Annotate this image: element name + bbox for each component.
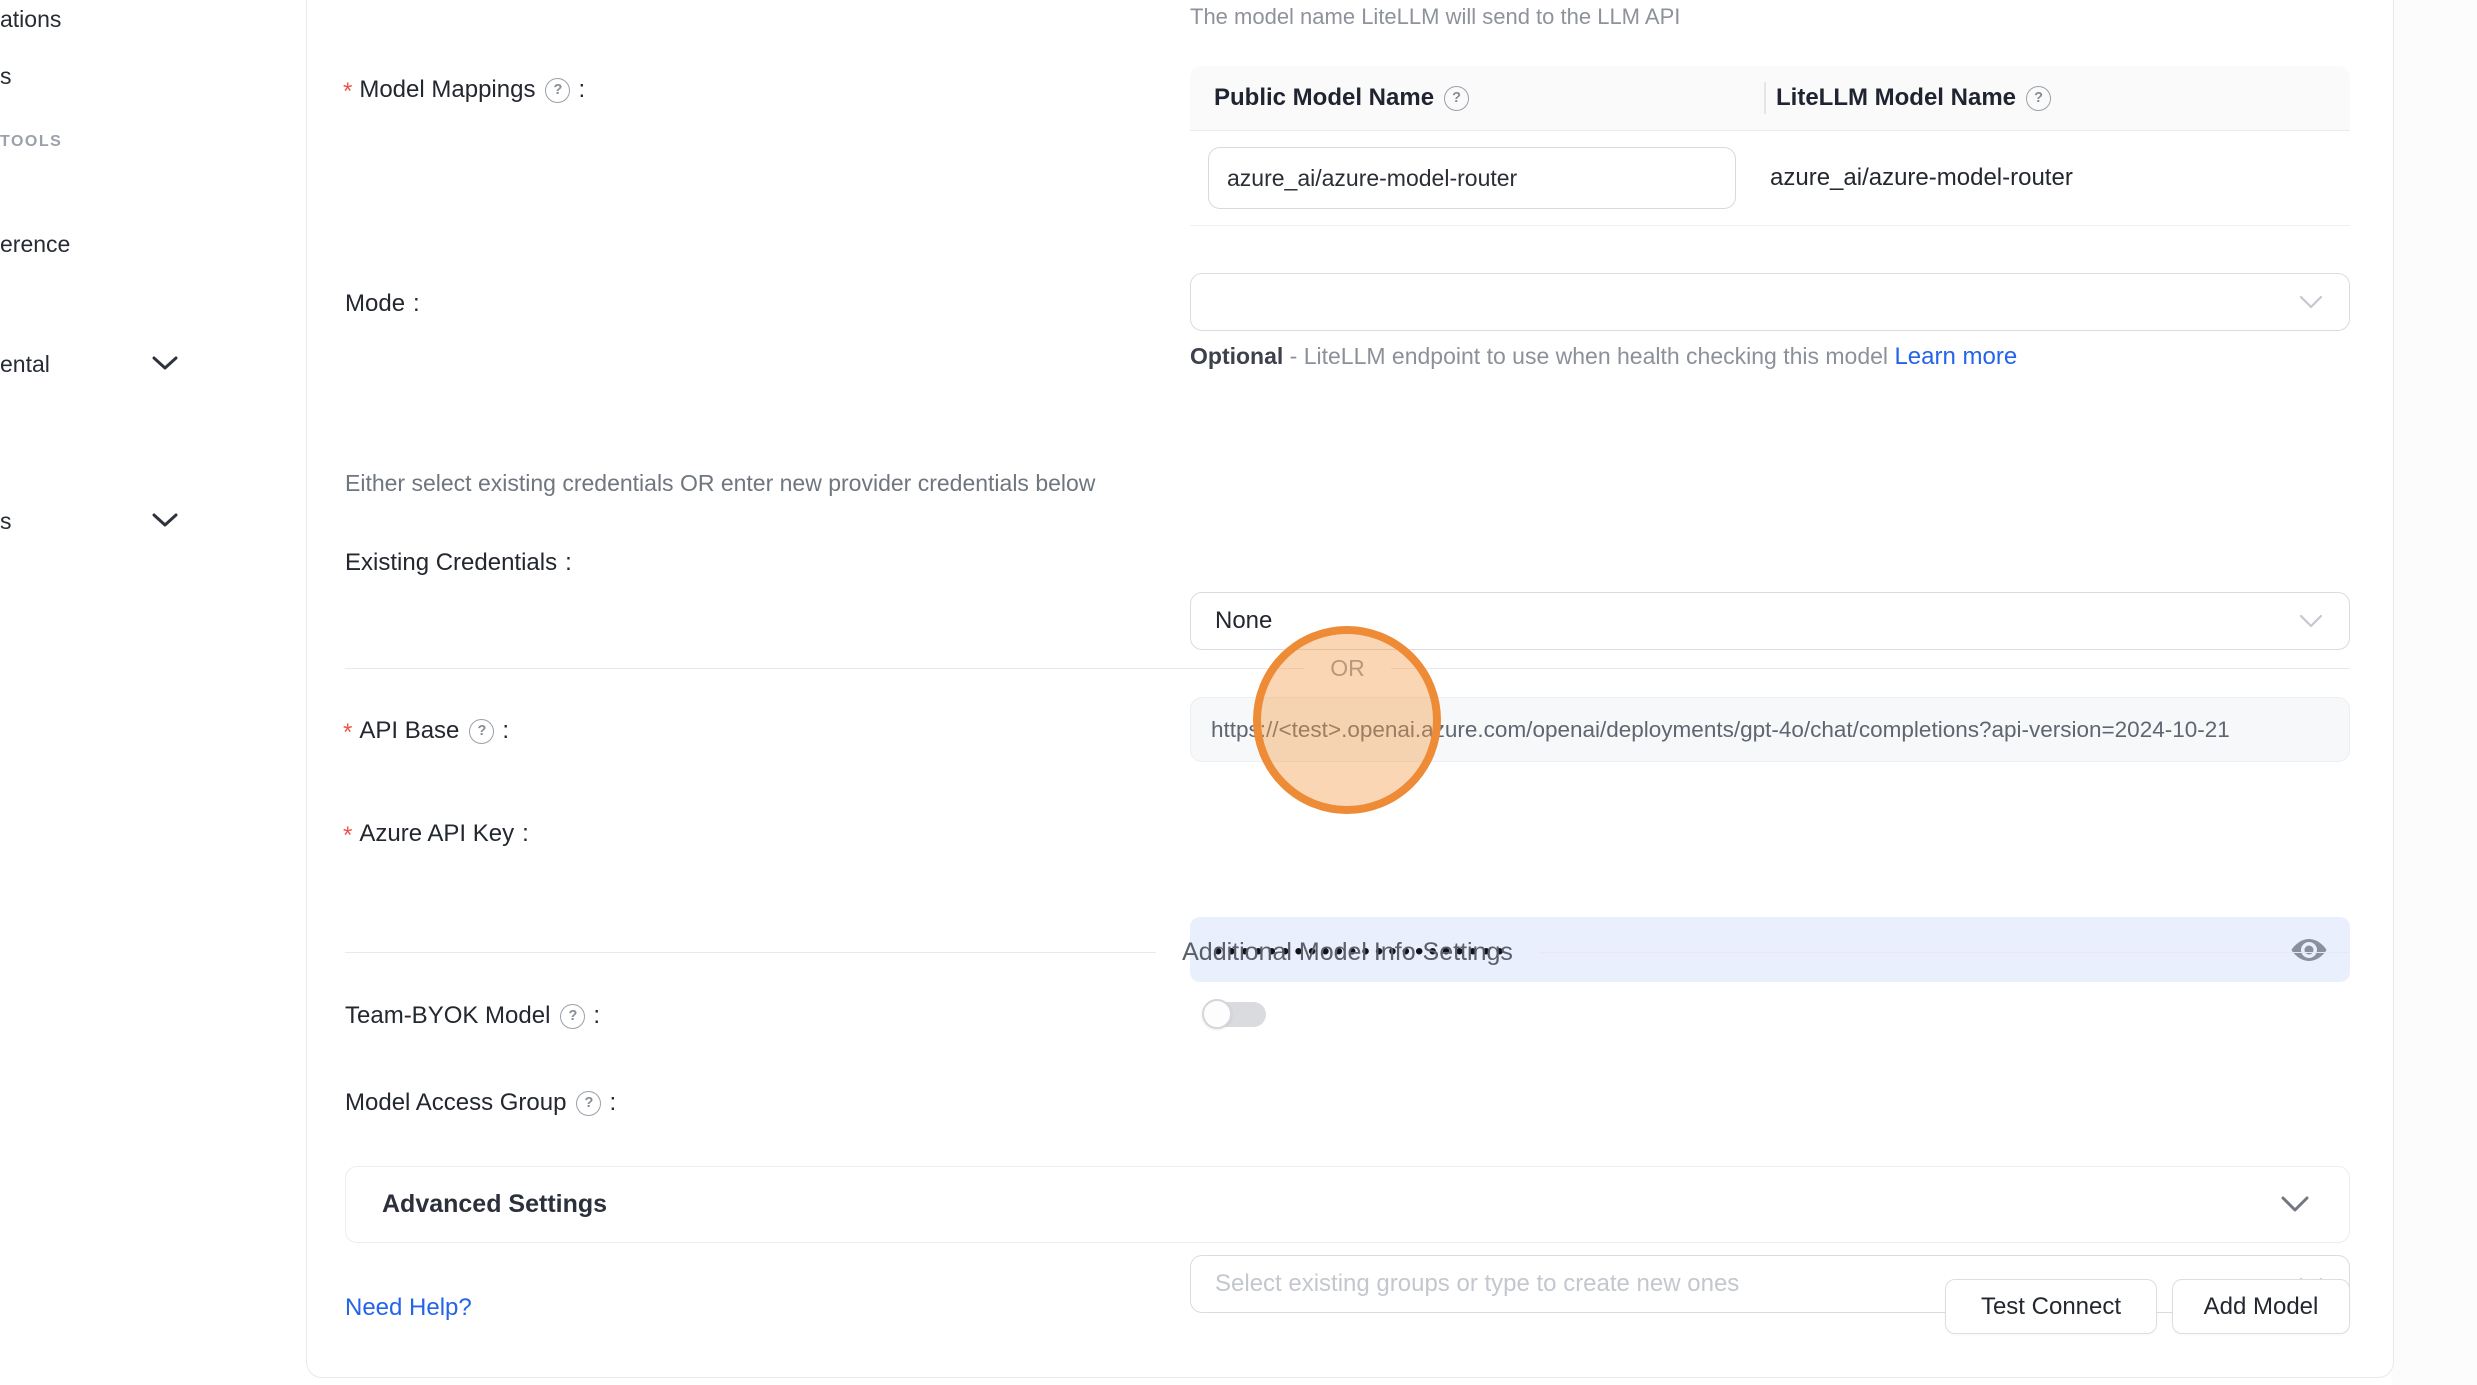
api-base-field[interactable]: https://<test>.openai.azure.com/openai/d…: [1190, 697, 2350, 762]
column-separator: [1764, 82, 1766, 114]
model-mappings-label-text: Model Mappings: [359, 76, 535, 104]
public-model-name-input[interactable]: [1208, 147, 1736, 209]
divider-line: [1539, 952, 2350, 954]
existing-credentials-label: Existing Credentials :: [345, 549, 572, 577]
column-header-litellm-model-name: LiteLLM Model Name ?: [1746, 84, 2051, 112]
advanced-settings-panel[interactable]: Advanced Settings: [345, 1166, 2350, 1243]
required-mark: *: [343, 78, 352, 106]
divider-line: [345, 668, 1304, 670]
colon: :: [578, 76, 585, 104]
chevron-down-icon[interactable]: [152, 513, 178, 528]
colon: :: [522, 820, 529, 848]
sidebar-item-inference[interactable]: erence: [0, 231, 70, 258]
mode-select[interactable]: [1190, 273, 2350, 331]
help-question-icon[interactable]: ?: [576, 1091, 601, 1116]
existing-credentials-label-text: Existing Credentials: [345, 549, 557, 577]
add-model-button[interactable]: Add Model: [2172, 1279, 2350, 1334]
column-header-text: LiteLLM Model Name: [1776, 84, 2016, 112]
help-question-icon[interactable]: ?: [2026, 86, 2051, 111]
model-mappings-table-header: Public Model Name ? LiteLLM Model Name ?: [1190, 66, 2350, 131]
required-mark: *: [343, 822, 352, 850]
api-base-value: https://<test>.openai.azure.com/openai/d…: [1211, 717, 2230, 743]
existing-credentials-value: None: [1215, 607, 1272, 635]
test-connect-button[interactable]: Test Connect: [1945, 1279, 2157, 1334]
sidebar-item-experimental[interactable]: ental: [0, 351, 50, 378]
advanced-settings-title: Advanced Settings: [382, 1190, 2281, 1219]
colon: :: [609, 1089, 616, 1117]
page-background-strip: [2392, 0, 2477, 1385]
azure-api-key-label-text: Azure API Key: [359, 820, 514, 848]
model-mappings-label: * Model Mappings ? :: [343, 76, 585, 104]
sidebar-item-teams[interactable]: s: [0, 63, 12, 90]
colon: :: [502, 717, 509, 745]
colon: :: [413, 290, 420, 318]
sidebar-item-organizations[interactable]: ations: [0, 6, 61, 33]
colon: :: [593, 1002, 600, 1030]
additional-info-divider-label: Additional Model Info Settings: [1156, 938, 1539, 967]
mode-label-text: Mode: [345, 290, 405, 318]
mode-help-text: Optional - LiteLLM endpoint to use when …: [1190, 336, 2020, 377]
sidebar-section-tools: TOOLS: [0, 133, 62, 151]
chevron-down-icon: [2281, 1196, 2309, 1213]
model-access-group-label-text: Model Access Group: [345, 1089, 566, 1117]
help-question-icon[interactable]: ?: [545, 78, 570, 103]
litellm-model-name-value: azure_ai/azure-model-router: [1770, 164, 2073, 192]
additional-info-divider: Additional Model Info Settings: [345, 938, 2350, 967]
credentials-note: Either select existing credentials OR en…: [345, 470, 1095, 497]
sidebar-item-settings[interactable]: s: [0, 508, 12, 535]
chevron-down-icon[interactable]: [152, 356, 178, 371]
divider-line: [345, 952, 1156, 954]
team-byok-toggle[interactable]: [1202, 1000, 1266, 1028]
help-question-icon[interactable]: ?: [1444, 86, 1469, 111]
model-mappings-table: Public Model Name ? LiteLLM Model Name ?…: [1190, 66, 2350, 226]
help-question-icon[interactable]: ?: [469, 719, 494, 744]
column-header-public-model-name: Public Model Name ?: [1190, 84, 1746, 112]
table-row: azure_ai/azure-model-router: [1190, 131, 2350, 225]
column-header-text: Public Model Name: [1214, 84, 1434, 112]
model-access-group-label: Model Access Group ? :: [345, 1089, 616, 1117]
or-divider-label: OR: [1304, 655, 1391, 682]
model-access-group-placeholder: Select existing groups or type to create…: [1215, 1270, 1739, 1298]
api-base-label: * API Base ? :: [343, 717, 509, 745]
team-byok-label: Team-BYOK Model ? :: [345, 1002, 600, 1030]
model-name-hint: The model name LiteLLM will send to the …: [1190, 4, 1680, 30]
need-help-link[interactable]: Need Help?: [345, 1294, 472, 1322]
chevron-down-icon: [2299, 614, 2323, 628]
required-mark: *: [343, 719, 352, 747]
add-model-page: ations s TOOLS erence ental s The model …: [0, 0, 2477, 1385]
colon: :: [565, 549, 572, 577]
help-question-icon[interactable]: ?: [560, 1004, 585, 1029]
team-byok-label-text: Team-BYOK Model: [345, 1002, 550, 1030]
chevron-down-icon: [2299, 295, 2323, 309]
divider-line: [1391, 668, 2350, 670]
mode-help-bold: Optional: [1190, 343, 1283, 369]
mode-help-body: - LiteLLM endpoint to use when health ch…: [1283, 343, 1894, 369]
toggle-knob: [1202, 999, 1232, 1029]
learn-more-link[interactable]: Learn more: [1894, 343, 2017, 370]
or-divider: OR: [345, 655, 2350, 682]
azure-api-key-label: * Azure API Key :: [343, 820, 529, 848]
api-base-label-text: API Base: [359, 717, 459, 745]
mode-label: Mode :: [345, 290, 420, 318]
existing-credentials-select[interactable]: None: [1190, 592, 2350, 650]
